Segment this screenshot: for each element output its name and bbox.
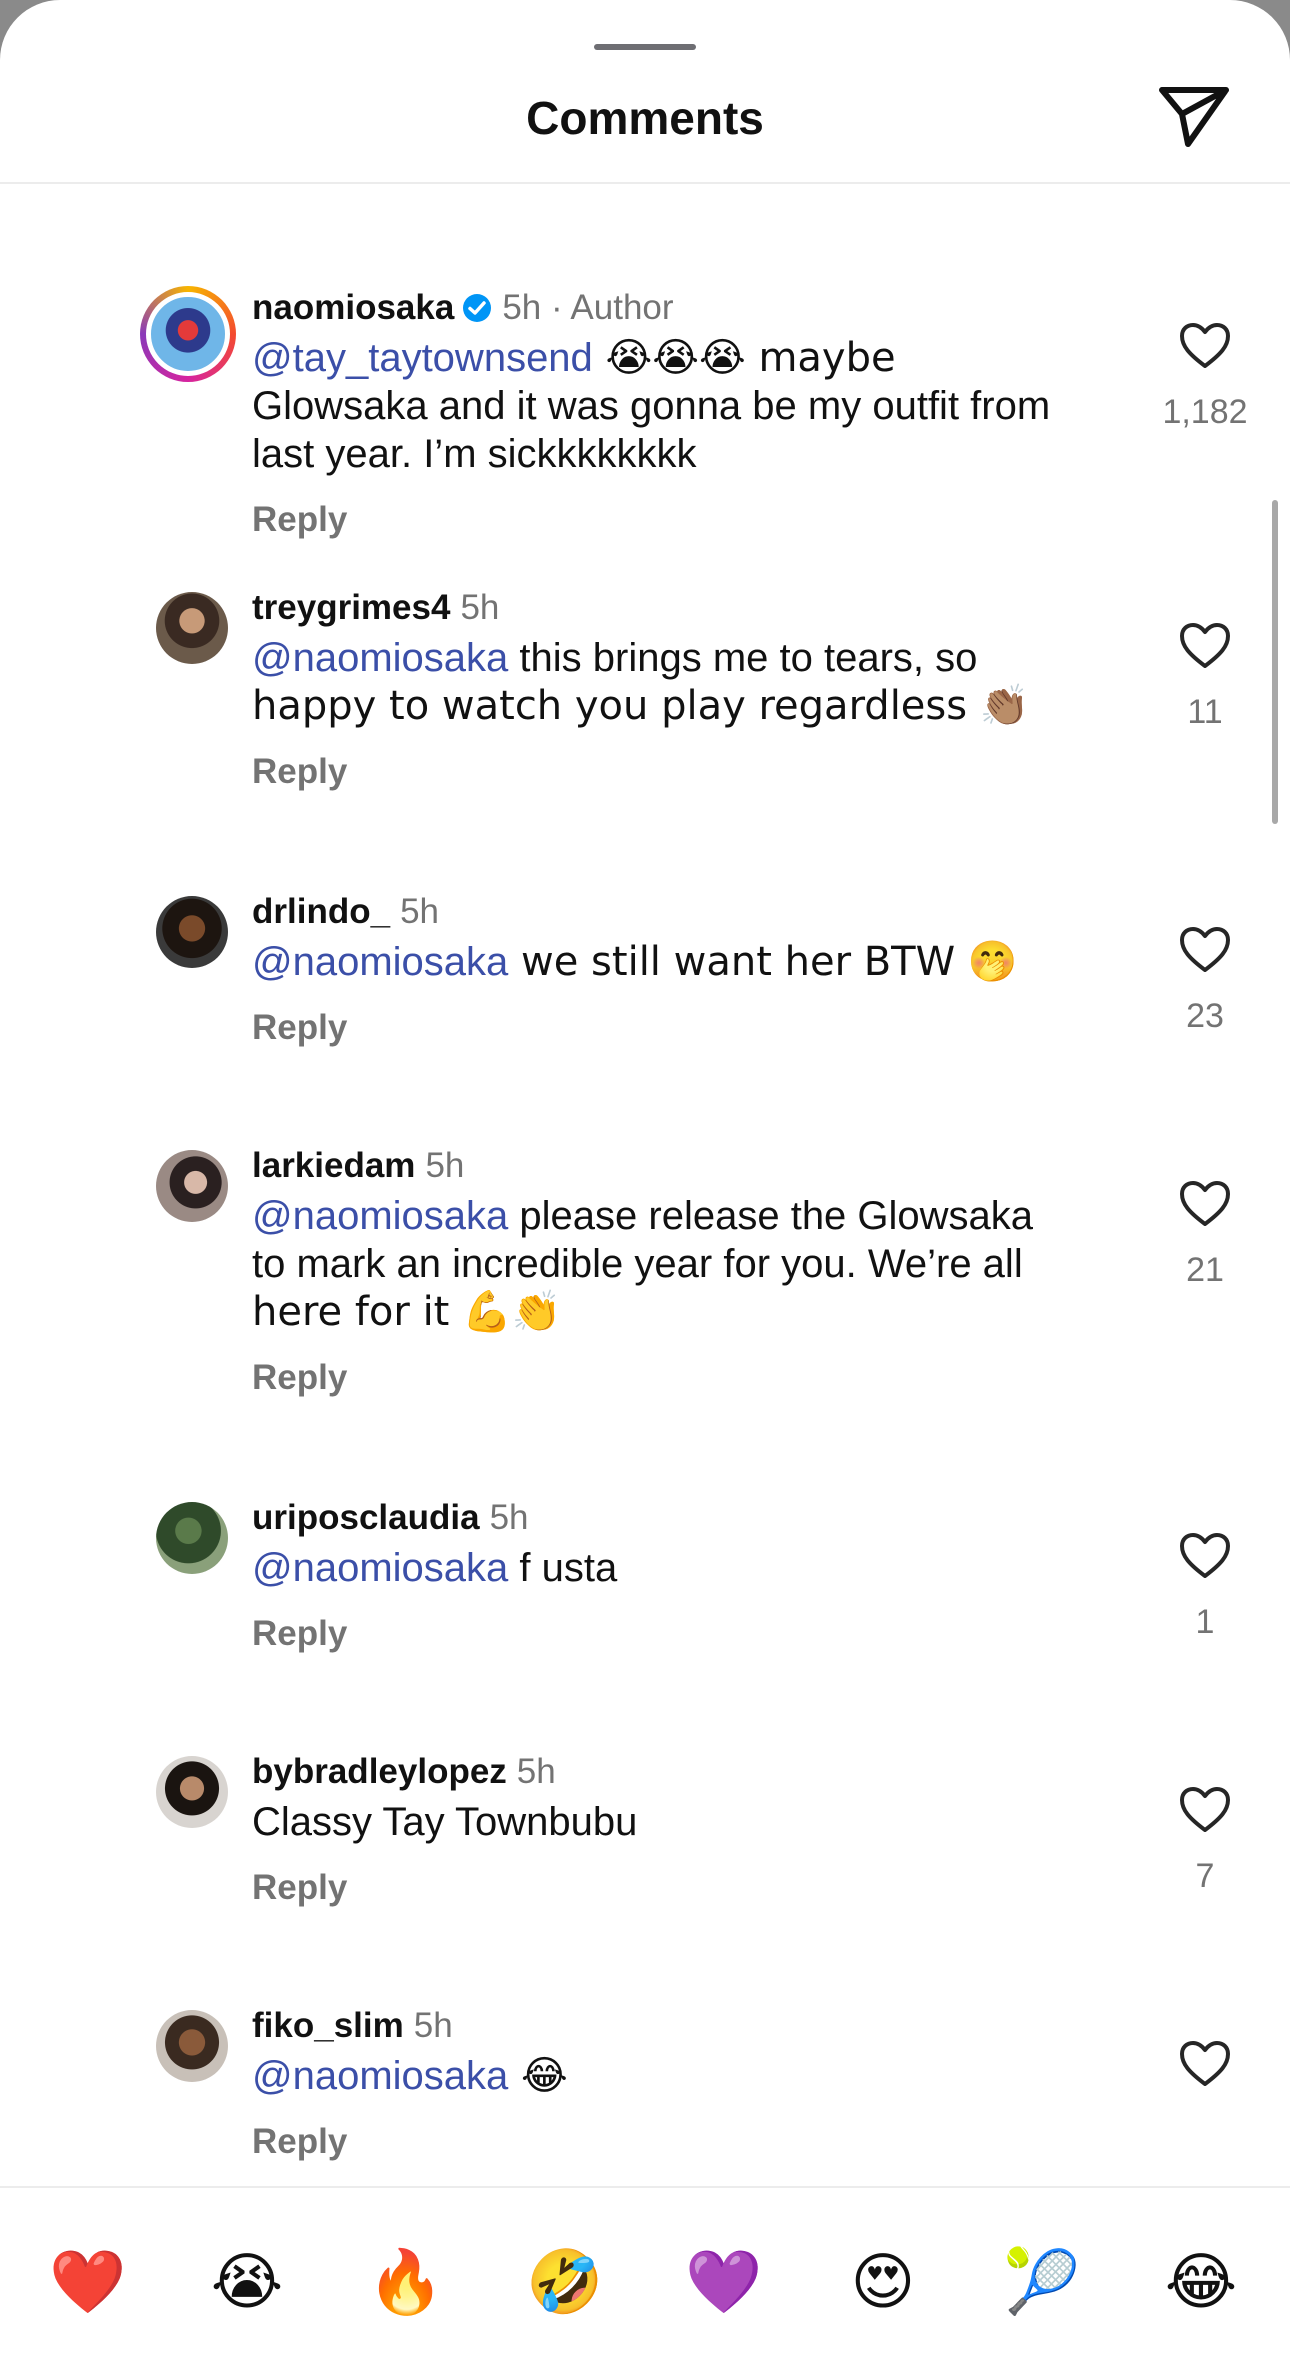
comment-username[interactable]: treygrimes4 <box>252 588 450 627</box>
comment-mention[interactable]: @naomiosaka <box>252 1194 508 1238</box>
heart-icon[interactable] <box>1179 322 1231 370</box>
like-control: 11 <box>1150 622 1260 732</box>
paper-plane-icon <box>1159 87 1229 147</box>
like-count: 1 <box>1195 1603 1215 1641</box>
comment-mention[interactable]: @naomiosaka <box>252 636 508 680</box>
comment-time: 5h <box>413 2006 453 2045</box>
avatar[interactable] <box>156 896 228 968</box>
like-control: 23 <box>1150 926 1260 1036</box>
comment-text: @naomiosaka f usta <box>252 1546 618 1590</box>
like-control: 1,182 <box>1150 322 1260 432</box>
scrollbar[interactable] <box>1272 500 1278 824</box>
like-count: 11 <box>1187 693 1223 731</box>
like-control <box>1150 2040 1260 2088</box>
heart-icon[interactable] <box>1179 1532 1231 1580</box>
tears-of-joy-reaction-icon[interactable]: 😂 <box>1161 2242 1241 2322</box>
sheet-grabber[interactable] <box>594 44 696 50</box>
reply-button[interactable]: Reply <box>252 1612 1132 1656</box>
like-count: 23 <box>1186 997 1224 1035</box>
page-title: Comments <box>526 92 764 144</box>
comment-time: 5h · Author <box>502 288 674 327</box>
comment-username[interactable]: drlindo_ <box>252 892 390 931</box>
heart-icon[interactable] <box>1179 926 1231 974</box>
comment-mention[interactable]: @naomiosaka <box>252 1546 508 1590</box>
comment-username[interactable]: fiko_slim <box>252 2006 404 2045</box>
share-button[interactable] <box>1158 84 1230 148</box>
comment-time: 5h <box>516 1752 556 1791</box>
avatar[interactable] <box>156 2010 228 2082</box>
purple-heart-reaction-icon[interactable]: 💜 <box>684 2242 764 2322</box>
comment-text: @naomiosaka this brings me to tears, so … <box>252 636 1030 729</box>
heart-icon[interactable] <box>1179 2040 1231 2088</box>
comments-sheet: Comments naomiosaka 5h · Author @tay_tayt… <box>0 0 1290 2354</box>
reply-button[interactable]: Reply <box>252 2120 1132 2164</box>
comment-mention[interactable]: @naomiosaka <box>252 940 508 984</box>
avatar[interactable] <box>156 592 228 664</box>
reply-button[interactable]: Reply <box>252 750 1132 794</box>
comment-text: Classy Tay Townbubu <box>252 1800 638 1844</box>
heart-icon[interactable] <box>1179 622 1231 670</box>
like-control: 21 <box>1150 1180 1260 1290</box>
comment-text: @naomiosaka please release the Glowsaka … <box>252 1194 1034 1335</box>
avatar[interactable] <box>140 286 236 382</box>
comment-time: 5h <box>460 588 500 627</box>
comment-text: @tay_taytownsend 😭😭😭 maybe Glowsaka and … <box>252 335 1051 476</box>
like-count: 21 <box>1186 1251 1224 1289</box>
comment-time: 5h <box>425 1146 465 1185</box>
comments-header: Comments <box>0 0 1290 184</box>
heart-icon[interactable] <box>1179 1786 1231 1834</box>
avatar[interactable] <box>156 1502 228 1574</box>
reply-button[interactable]: Reply <box>252 1006 1132 1050</box>
like-count: 1,182 <box>1162 393 1248 431</box>
heart-icon[interactable] <box>1179 1180 1231 1228</box>
reply-button[interactable]: Reply <box>252 1356 1132 1400</box>
comment-time: 5h <box>400 892 439 931</box>
like-count: 7 <box>1195 1857 1215 1895</box>
loudly-crying-reaction-icon[interactable]: 😭 <box>207 2242 287 2322</box>
red-heart-reaction-icon[interactable]: ❤️ <box>48 2242 128 2322</box>
comment-text: @naomiosaka 😂 <box>252 2053 568 2099</box>
comment-username[interactable]: larkiedam <box>252 1146 415 1185</box>
tennis-ball-reaction-icon[interactable]: 🎾 <box>1002 2242 1082 2322</box>
heart-eyes-reaction-icon[interactable]: 😍 <box>843 2242 923 2322</box>
like-control: 1 <box>1150 1532 1260 1642</box>
verified-badge-icon <box>463 294 492 322</box>
comment-mention[interactable]: @tay_taytownsend <box>252 336 593 380</box>
like-control: 7 <box>1150 1786 1260 1896</box>
avatar[interactable] <box>156 1756 228 1828</box>
comment-username[interactable]: bybradleylopez <box>252 1752 507 1791</box>
comment-mention[interactable]: @naomiosaka <box>252 2054 508 2098</box>
reply-button[interactable]: Reply <box>252 1866 1132 1910</box>
reply-button[interactable]: Reply <box>252 498 1132 542</box>
comment-text: @naomiosaka we still want her BTW 🤭 <box>252 939 1018 985</box>
comment-username[interactable]: uriposclaudia <box>252 1498 480 1537</box>
quick-reactions-bar: ❤️ 😭 🔥 🤣 💜 😍 🎾 😂 <box>0 2186 1290 2354</box>
comment-username[interactable]: naomiosaka <box>252 288 454 327</box>
comment-time: 5h <box>489 1498 529 1537</box>
rofl-reaction-icon[interactable]: 🤣 <box>525 2242 605 2322</box>
fire-reaction-icon[interactable]: 🔥 <box>366 2242 446 2322</box>
avatar[interactable] <box>156 1150 228 1222</box>
